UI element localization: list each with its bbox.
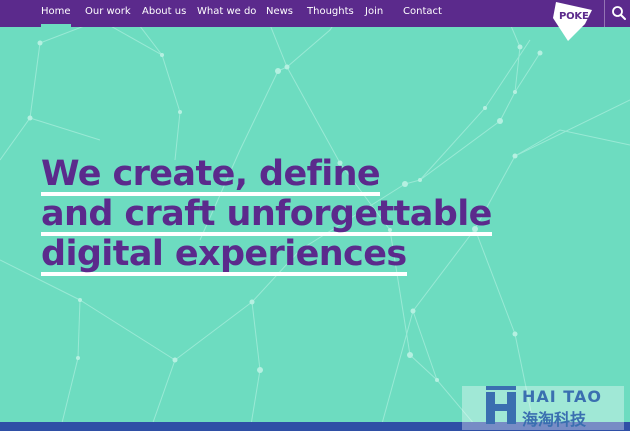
watermark-bottom-text: 海淘科技 (522, 410, 587, 429)
watermark: HAI TAO 海淘科技 (462, 386, 624, 430)
nav-item-thoughts[interactable]: Thoughts (307, 0, 354, 27)
nav-item-our-work[interactable]: Our work (85, 0, 131, 27)
hero-headline: We create, define and craft unforgettabl… (41, 154, 492, 276)
top-navigation-bar: Home Our work About us What we do News T… (0, 0, 630, 27)
watermark-top-text: HAI TAO (522, 387, 602, 406)
watermark-logo-icon (486, 386, 516, 424)
search-icon (612, 6, 626, 20)
search-button[interactable] (611, 5, 627, 21)
search-divider (604, 0, 605, 27)
nav-item-about-us[interactable]: About us (142, 0, 186, 27)
hero-line-1: We create, define (41, 154, 381, 196)
nav-item-what-we-do[interactable]: What we do (197, 0, 256, 27)
nav-item-home[interactable]: Home (41, 0, 71, 27)
logo-text: POKE (559, 11, 589, 22)
nav-item-contact[interactable]: Contact (403, 0, 442, 27)
hero-line-3: digital experiences (41, 234, 407, 276)
nav-item-join[interactable]: Join (365, 0, 383, 27)
nav-item-news[interactable]: News (266, 0, 293, 27)
hero-line-2: and craft unforgettable (41, 194, 492, 236)
